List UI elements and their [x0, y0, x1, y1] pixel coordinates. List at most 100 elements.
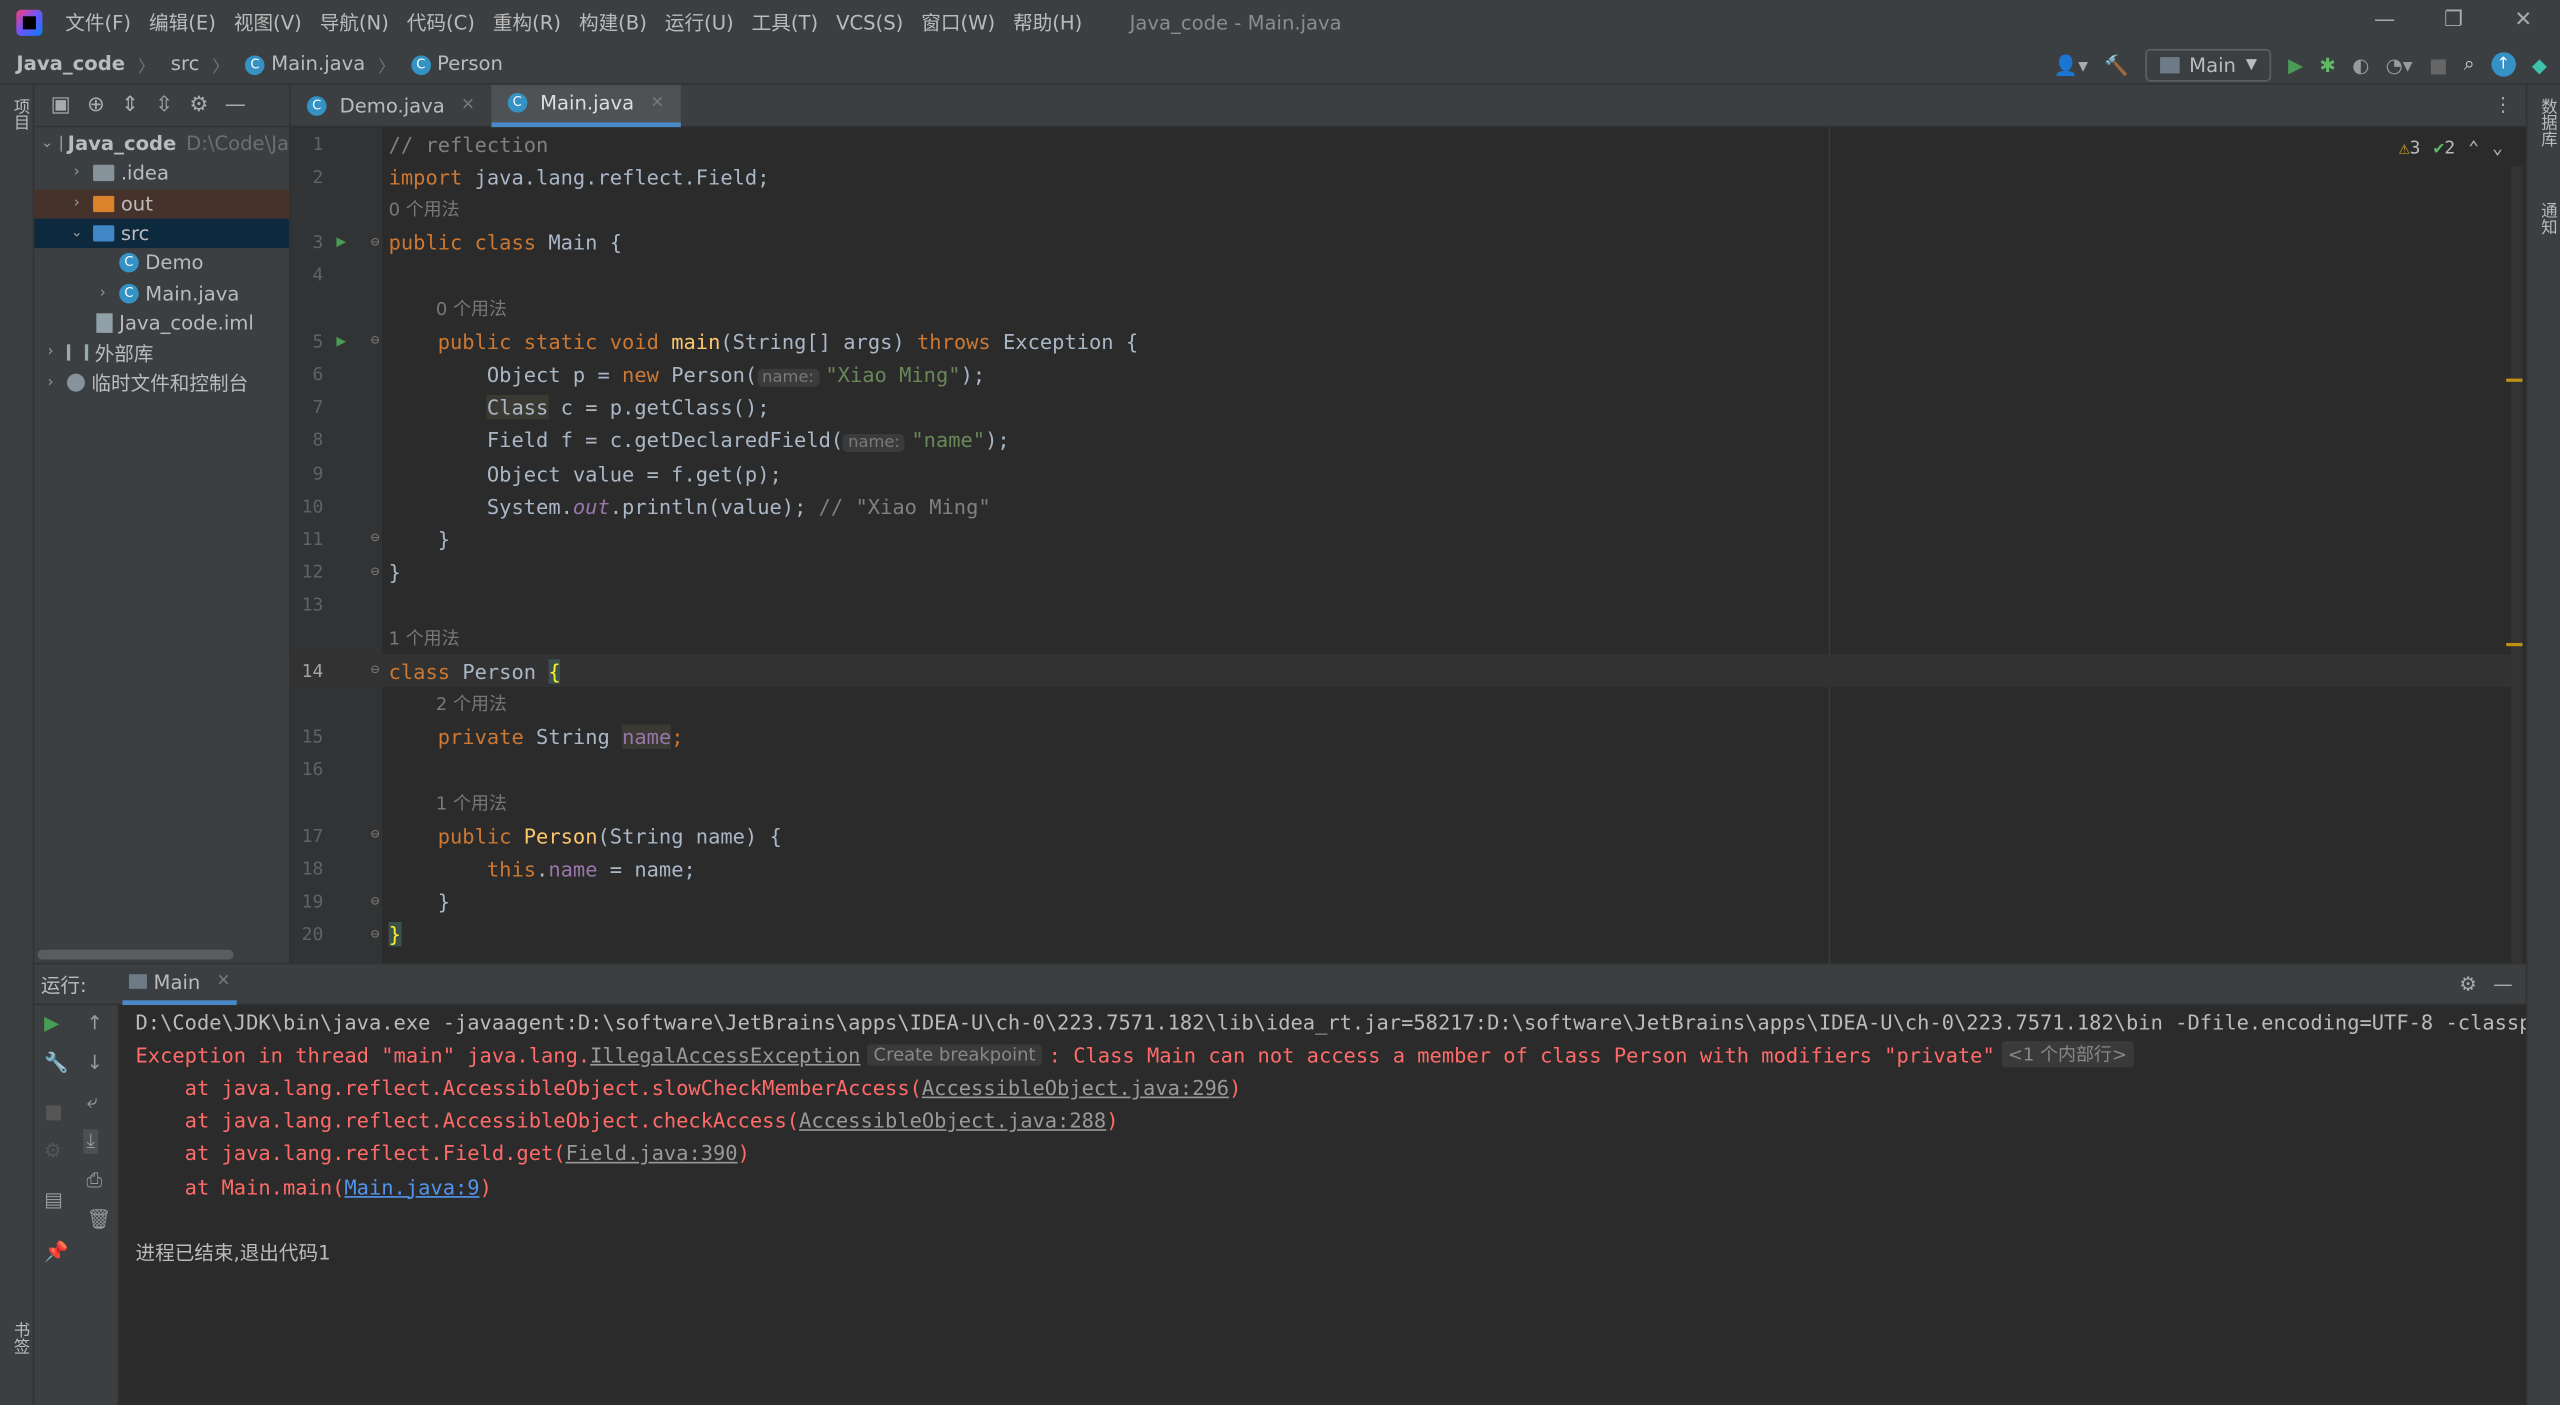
hide-icon[interactable]: —	[2493, 973, 2513, 996]
fold-icon[interactable]: ⊖	[371, 564, 380, 580]
chevron-right-icon[interactable]: ›	[41, 375, 61, 391]
code-line[interactable]: 13	[291, 589, 2511, 622]
expand-all-icon[interactable]: ⇕	[121, 93, 139, 117]
code-line[interactable]: 17 ⊖ public Person(String name) {	[291, 819, 2511, 852]
wrench-icon[interactable]: 🔧	[44, 1051, 68, 1074]
close-icon[interactable]: ✕	[217, 973, 231, 991]
exception-link[interactable]: IllegalAccessException	[590, 1042, 860, 1066]
inspection-widget[interactable]: ⚠3 ✔2 ⌃ ⌄	[2399, 137, 2503, 158]
chevron-down-icon[interactable]: ⌄	[41, 136, 53, 152]
soft-wrap-icon[interactable]: ⤶	[87, 1090, 98, 1114]
build-hammer-icon[interactable]: 🔨	[2104, 53, 2128, 76]
code-line-current[interactable]: 14 ⊖ class Person {	[290, 654, 2512, 688]
code-line[interactable]: 11 ⊖ }	[291, 523, 2511, 556]
dump-threads-icon[interactable]: ⚙	[44, 1139, 62, 1162]
run-gutter-icon[interactable]: ▶	[336, 333, 346, 351]
user-icon[interactable]: 👤▾	[2054, 53, 2088, 76]
warning-marker[interactable]	[2506, 378, 2523, 382]
tree-item-external-libs[interactable]: › 外部库	[34, 338, 289, 368]
tree-item-scratches[interactable]: › 临时文件和控制台	[34, 368, 289, 398]
fold-icon[interactable]: ⊖	[371, 927, 380, 943]
more-icon[interactable]: ⋮	[2493, 93, 2513, 116]
code-line[interactable]: 4	[291, 259, 2511, 292]
scroll-to-end-icon[interactable]: ⤓	[83, 1129, 99, 1154]
breadcrumb-src[interactable]: src	[171, 52, 200, 75]
internal-lines-fold[interactable]: <1 个内部行>	[2001, 1041, 2134, 1068]
coverage-icon[interactable]: ◐	[2352, 53, 2369, 76]
run-gutter-icon[interactable]: ▶	[336, 234, 346, 252]
run-tab-main[interactable]: Main ✕	[122, 964, 237, 1005]
gear-icon[interactable]: ⚙	[2459, 973, 2477, 996]
stop-icon[interactable]: ■	[2429, 53, 2448, 76]
menu-build[interactable]: 构建(B)	[579, 8, 647, 36]
menu-edit[interactable]: 编辑(E)	[149, 8, 216, 36]
menu-run[interactable]: 运行(U)	[665, 8, 734, 36]
close-icon[interactable]: ✕	[461, 96, 475, 114]
tree-item-out[interactable]: › out	[34, 188, 289, 219]
code-line[interactable]: 12 ⊖}	[291, 556, 2511, 589]
horizontal-scrollbar[interactable]	[37, 949, 234, 960]
usage-hint[interactable]: 1 个用法	[389, 625, 460, 651]
console-output[interactable]: D:\Code\JDK\bin\java.exe -javaagent:D:\s…	[136, 1005, 2526, 1405]
chevron-up-icon[interactable]: ⌃	[2468, 137, 2479, 158]
plugins-icon[interactable]: ◆	[2532, 53, 2547, 76]
menu-code[interactable]: 代码(C)	[407, 8, 475, 36]
project-view-icon[interactable]: ▣	[51, 93, 71, 117]
search-icon[interactable]: ⌕	[2464, 52, 2475, 76]
check-count[interactable]: ✔2	[2434, 137, 2456, 158]
code-line[interactable]: 1 // reflection	[291, 127, 2511, 160]
update-icon[interactable]: ↑	[2491, 52, 2516, 77]
warning-count[interactable]: ⚠3	[2399, 137, 2421, 158]
rerun-icon[interactable]: ▶	[44, 1012, 59, 1035]
stacktrace-link[interactable]: AccessibleObject.java:288	[799, 1108, 1106, 1132]
fold-icon[interactable]: ⊖	[371, 531, 380, 547]
run-icon[interactable]: ▶	[2288, 53, 2303, 76]
tree-item-idea[interactable]: › .idea	[34, 159, 289, 189]
locate-icon[interactable]: ⊕	[87, 93, 105, 117]
warning-marker[interactable]	[2506, 642, 2523, 647]
chevron-right-icon[interactable]: ›	[67, 166, 87, 182]
menu-tools[interactable]: 工具(T)	[752, 8, 818, 36]
chevron-down-icon[interactable]: ⌄	[2492, 137, 2503, 158]
breadcrumb-project[interactable]: Java_code	[16, 52, 125, 75]
code-line[interactable]: 19 ⊖ }	[291, 885, 2511, 918]
vertical-scrollbar[interactable]	[2506, 166, 2523, 963]
fold-icon[interactable]: ⊖	[371, 333, 380, 349]
code-line[interactable]: 7 Class c = p.getClass();	[291, 391, 2511, 424]
code-line[interactable]: 2 import java.lang.reflect.Field;	[291, 160, 2511, 193]
run-config-selector[interactable]: Main ▼	[2145, 48, 2272, 81]
chevron-right-icon[interactable]: ›	[41, 345, 61, 361]
tab-main-java[interactable]: C Main.java ✕	[491, 84, 681, 127]
code-line[interactable]: 16	[291, 754, 2511, 787]
menu-help[interactable]: 帮助(H)	[1013, 8, 1082, 36]
usage-hint[interactable]: 0 个用法	[436, 296, 507, 322]
trash-icon[interactable]: 🗑	[87, 1208, 112, 1231]
code-line[interactable]: 3 ▶ ⊖ public class Main {	[291, 226, 2511, 259]
stacktrace-link[interactable]: AccessibleObject.java:296	[922, 1075, 1229, 1099]
fold-icon[interactable]: ⊖	[371, 894, 380, 910]
chevron-right-icon[interactable]: ›	[93, 285, 113, 301]
database-tool-button[interactable]: 数据库	[2534, 98, 2558, 147]
tab-demo-java[interactable]: C Demo.java ✕	[291, 84, 491, 126]
bookmarks-tool-button[interactable]: 书签	[7, 1322, 31, 1355]
arrow-up-icon[interactable]: ↑	[87, 1012, 103, 1035]
code-line[interactable]: 6 Object p = new Person(name: "Xiao Ming"…	[291, 358, 2511, 391]
arrow-down-icon[interactable]: ↓	[87, 1051, 103, 1074]
profile-icon[interactable]: ◔▾	[2386, 53, 2413, 76]
tree-root[interactable]: ⌄ Java_code D:\Code\Ja	[34, 129, 289, 159]
tree-item-main[interactable]: › C Main.java	[34, 278, 289, 308]
menu-navigate[interactable]: 导航(N)	[320, 8, 389, 36]
tree-item-src[interactable]: ⌄ src	[34, 218, 289, 249]
hide-icon[interactable]: —	[225, 93, 246, 117]
code-line[interactable]: 9 Object value = f.get(p);	[291, 457, 2511, 490]
usage-hint[interactable]: 0 个用法	[389, 197, 460, 223]
code-line[interactable]: 15 private String name;	[291, 721, 2511, 754]
pin-icon[interactable]: 📌	[44, 1240, 68, 1263]
fold-icon[interactable]: ⊖	[371, 828, 380, 844]
chevron-right-icon[interactable]: ›	[67, 195, 87, 211]
source-link[interactable]: Main.java:9	[344, 1174, 479, 1198]
notifications-tool-button[interactable]: 通知	[2534, 202, 2558, 235]
close-window-icon[interactable]: ✕	[2514, 8, 2532, 32]
code-line[interactable]: 8 Field f = c.getDeclaredField(name: "nam…	[291, 424, 2511, 457]
code-line[interactable]: 10 System.out.println(value); // "Xiao M…	[291, 490, 2511, 523]
